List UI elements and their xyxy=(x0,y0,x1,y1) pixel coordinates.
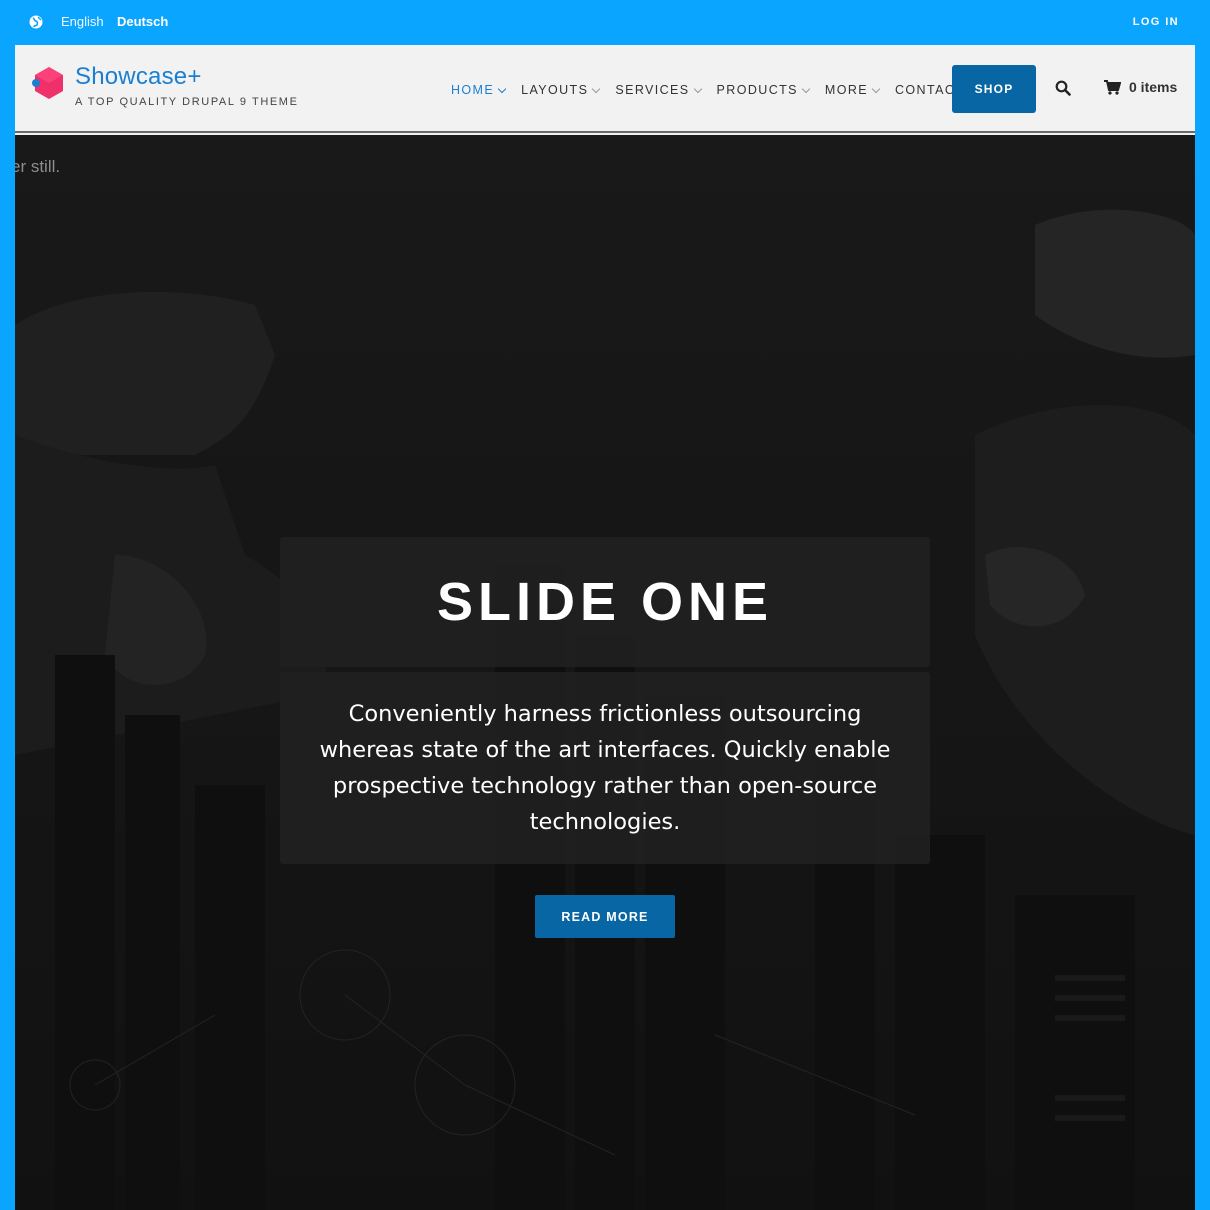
slide-body-text: Conveniently harness frictionless outsou… xyxy=(319,701,891,835)
main-nav: HOME LAYOUTS SERVICES PRODUCTS MORE CONT… xyxy=(451,81,980,99)
slide-title: SLIDE ONE xyxy=(436,572,774,632)
chevron-down-icon xyxy=(871,84,881,93)
page-container: Showcase+ A TOP QUALITY DRUPAL 9 THEME H… xyxy=(15,45,1195,1210)
previous-slide-text: er still. xyxy=(15,157,61,176)
slide-title-box: SLIDE ONE xyxy=(280,537,930,667)
chevron-down-icon xyxy=(497,84,507,93)
shop-button[interactable]: SHOP xyxy=(952,65,1036,113)
cart-link[interactable]: 0 items xyxy=(1104,79,1177,95)
cart-icon xyxy=(1104,79,1121,95)
nav-item-label: HOME xyxy=(451,83,495,97)
search-icon[interactable] xyxy=(1055,80,1071,96)
chevron-down-icon xyxy=(693,84,702,93)
nav-item-label: PRODUCTS xyxy=(716,83,798,97)
cart-count-label: 0 items xyxy=(1129,79,1178,95)
nav-item-label: SERVICES xyxy=(615,83,690,97)
login-link[interactable]: LOG IN xyxy=(1133,16,1179,28)
nav-item-label: MORE xyxy=(824,83,868,97)
site-name[interactable]: Showcase+ xyxy=(75,63,202,91)
chevron-down-icon xyxy=(801,84,811,93)
nav-item-label: LAYOUTS xyxy=(521,83,589,97)
slide-text-box: Conveniently harness frictionless outsou… xyxy=(280,672,930,864)
chevron-down-icon xyxy=(592,84,601,93)
hero-slider: er still. SLIDE ONE Conveniently harness… xyxy=(15,135,1195,1210)
nav-item-services[interactable]: SERVICES xyxy=(615,81,702,99)
site-header: Showcase+ A TOP QUALITY DRUPAL 9 THEME H… xyxy=(15,45,1195,133)
nav-item-products[interactable]: PRODUCTS xyxy=(716,81,811,99)
language-english-link[interactable]: English xyxy=(61,14,104,29)
nav-item-more[interactable]: MORE xyxy=(824,81,881,99)
language-deutsch-link[interactable]: Deutsch xyxy=(117,14,168,29)
site-slogan: A TOP QUALITY DRUPAL 9 THEME xyxy=(75,96,299,108)
nav-item-layouts[interactable]: LAYOUTS xyxy=(521,81,601,99)
globe-icon xyxy=(29,15,43,29)
nav-item-home[interactable]: HOME xyxy=(451,81,507,99)
read-more-button[interactable]: READ MORE xyxy=(535,895,675,938)
top-bar: English Deutsch LOG IN xyxy=(0,0,1210,45)
logo-icon[interactable] xyxy=(31,65,65,101)
